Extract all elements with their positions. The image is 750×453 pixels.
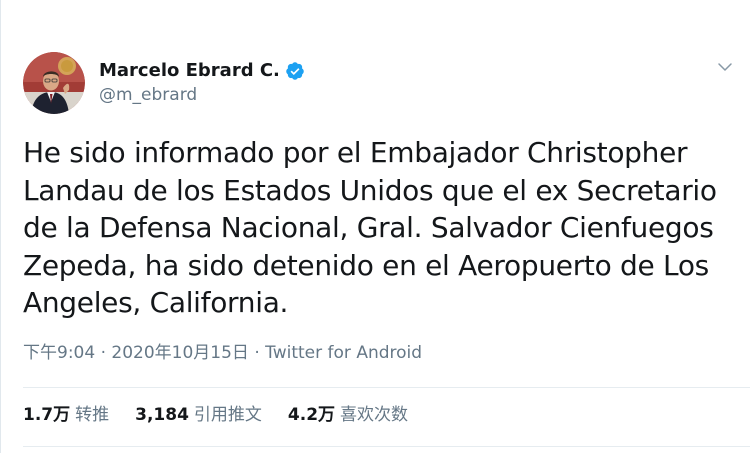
tweet-text: He sido informado por el Embajador Chris… [23, 136, 717, 319]
tweet-stats: 1.7万 转推 3,184 引用推文 4.2万 喜欢次数 [23, 403, 434, 427]
tweet-meta: 下午9:04 · 2020年10月15日 · Twitter for Andro… [23, 341, 422, 365]
likes-label: 喜欢次数 [340, 405, 409, 425]
verified-badge-icon [286, 62, 304, 80]
name-row: Marcelo Ebrard C. [99, 59, 305, 83]
author-names: Marcelo Ebrard C. @m_ebrard [99, 59, 305, 107]
retweets-stat[interactable]: 1.7万 转推 [23, 403, 109, 427]
meta-separator: · [95, 343, 112, 363]
meta-separator: · [248, 343, 266, 363]
tweet-header: Marcelo Ebrard C. @m_ebrard [23, 52, 305, 114]
retweets-count: 1.7万 [23, 405, 71, 425]
person-avatar-icon [23, 52, 85, 114]
handle[interactable]: @m_ebrard [99, 83, 305, 107]
tweet-date[interactable]: 2020年10月15日 [111, 343, 249, 363]
divider [23, 387, 750, 388]
likes-count: 4.2万 [287, 405, 336, 425]
tweet-source[interactable]: Twitter for Android [265, 343, 422, 363]
quotes-count: 3,184 [135, 405, 189, 425]
tweet-time[interactable]: 下午9:04 [23, 343, 95, 363]
divider [23, 446, 750, 447]
retweets-label: 转推 [75, 405, 110, 425]
display-name[interactable]: Marcelo Ebrard C. [99, 59, 280, 83]
avatar[interactable] [23, 52, 85, 114]
tweet-card: Marcelo Ebrard C. @m_ebrard He sido info… [0, 0, 750, 453]
quotes-stat[interactable]: 3,184 引用推文 [135, 403, 262, 427]
likes-stat[interactable]: 4.2万 喜欢次数 [288, 403, 408, 427]
quotes-label: 引用推文 [193, 405, 262, 425]
chevron-down-icon[interactable] [716, 58, 734, 76]
